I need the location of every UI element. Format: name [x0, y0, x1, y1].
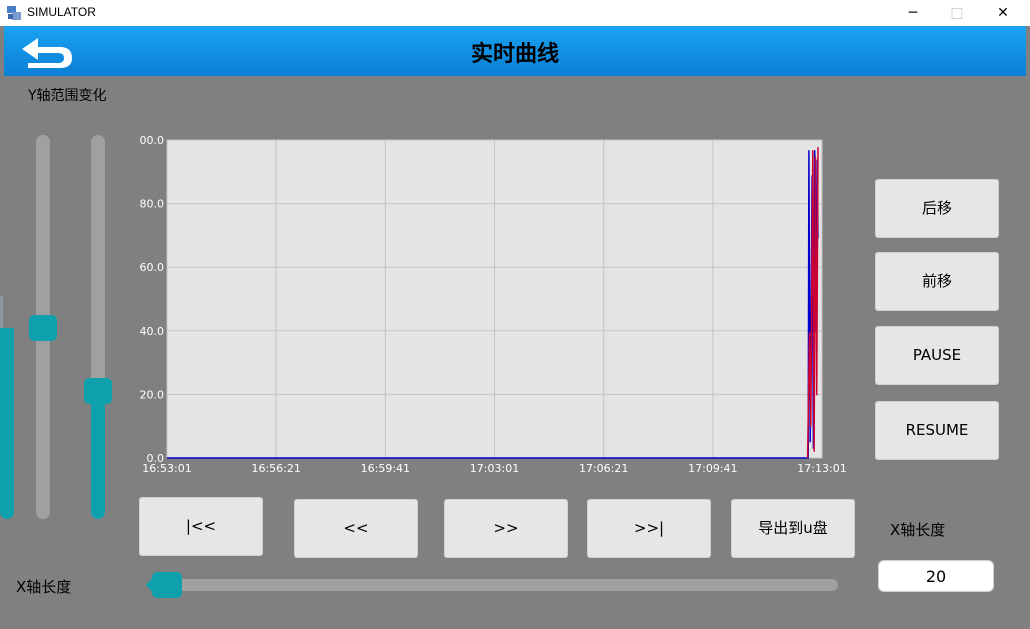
y-tick-label: 60.0: [140, 261, 165, 274]
x-length-slider-label: X轴长度: [16, 578, 72, 596]
last-page-button[interactable]: >>|: [587, 499, 711, 558]
y-min-slider-handle[interactable]: [84, 378, 112, 404]
window-title-bar: SIMULATOR ─ □ ✕: [0, 0, 1030, 26]
y-min-slider-fill: [91, 391, 105, 519]
maximize-button[interactable]: □: [934, 0, 980, 26]
y-tick-label: 20.0: [140, 388, 165, 401]
move-back-button[interactable]: 后移: [875, 179, 999, 238]
x-tick-label: 16:59:41: [361, 462, 410, 475]
y-range-label: Y轴范围变化: [28, 88, 107, 104]
realtime-chart: 16:53:01 16:56:21 16:59:41 17:03:01 17:06:21…: [140, 134, 847, 475]
y-tick-label: 00.0: [140, 134, 165, 147]
x-tick-label: 16:56:21: [251, 462, 300, 475]
export-usb-button[interactable]: 导出到u盘: [731, 499, 855, 558]
x-tick-label: 17:06:21: [579, 462, 628, 475]
close-button[interactable]: ✕: [980, 0, 1026, 26]
x-length-slider-handle[interactable]: [152, 572, 182, 598]
pause-button[interactable]: PAUSE: [875, 326, 999, 385]
x-tick-label: 17:09:41: [688, 462, 737, 475]
y-tick-label: 0.0: [147, 452, 165, 465]
x-length-label: X轴长度: [890, 521, 946, 539]
x-tick-label: 17:13:01: [797, 462, 846, 475]
window-title: SIMULATOR: [27, 5, 96, 19]
next-page-button[interactable]: >>: [444, 499, 568, 558]
x-length-field[interactable]: 20: [878, 560, 994, 592]
page-header: 实时曲线: [4, 26, 1026, 76]
x-tick-label: 17:03:01: [470, 462, 519, 475]
y-max-slider-handle[interactable]: [29, 315, 57, 341]
x-length-slider-track[interactable]: [150, 579, 838, 591]
resume-button[interactable]: RESUME: [875, 401, 999, 460]
y-tick-label: 40.0: [140, 325, 165, 338]
page-title: 实时曲线: [470, 42, 559, 67]
move-forward-button[interactable]: 前移: [875, 252, 999, 311]
y-tick-label: 80.0: [140, 198, 165, 211]
y-max-slider-fill: [0, 328, 14, 519]
prev-page-button[interactable]: <<: [294, 499, 418, 558]
minimize-button[interactable]: ─: [890, 0, 936, 26]
first-page-button[interactable]: |<<: [139, 497, 263, 556]
app-icon: [7, 6, 21, 20]
